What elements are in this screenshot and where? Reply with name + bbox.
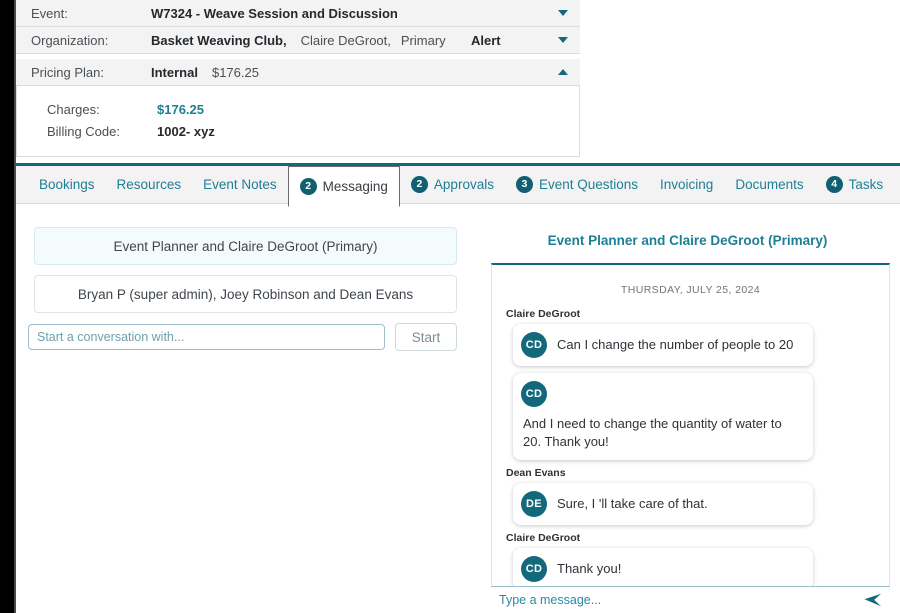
- tab-emails[interactable]: 2 Emails: [894, 166, 900, 204]
- pricing-detail-panel: Charges: $176.25 Billing Code: 1002- xyz: [16, 86, 580, 157]
- tab-badge-count: 2: [300, 178, 317, 195]
- chevron-up-icon[interactable]: [558, 69, 568, 75]
- pricing-plan-amount: $176.25: [212, 65, 259, 80]
- tab-tasks[interactable]: 4 Tasks: [815, 166, 895, 204]
- message-group: Dean Evans DE Sure, I 'll take care of t…: [506, 467, 875, 525]
- conversation-list-pane: Event Planner and Claire DeGroot (Primar…: [16, 205, 475, 613]
- message-text: Can I change the number of people to 20: [557, 336, 793, 354]
- left-edge-divider: [14, 0, 16, 613]
- event-label: Event:: [31, 6, 151, 21]
- conversation-list-item[interactable]: Event Planner and Claire DeGroot (Primar…: [34, 227, 457, 265]
- start-conversation-button[interactable]: Start: [395, 323, 457, 351]
- day-divider-label: THURSDAY, JULY 25, 2024: [492, 265, 889, 308]
- message-input[interactable]: [499, 593, 864, 607]
- avatar: CD: [521, 332, 547, 358]
- message-list: Claire DeGroot CD Can I change the numbe…: [492, 308, 889, 590]
- message-composer: [491, 586, 890, 613]
- chevron-down-icon[interactable]: [558, 37, 568, 43]
- message-bubble[interactable]: CD Can I change the number of people to …: [513, 324, 813, 366]
- message-text: Sure, I 'll take care of that.: [557, 495, 708, 513]
- message-text: And I need to change the quantity of wat…: [521, 415, 799, 450]
- tab-badge-count: 4: [826, 176, 843, 193]
- tab-invoicing[interactable]: Invoicing: [649, 166, 724, 204]
- organization-row[interactable]: Organization: Basket Weaving Club, Clair…: [16, 27, 580, 54]
- tab-bookings[interactable]: Bookings: [28, 166, 106, 204]
- organization-contact: Claire DeGroot,: [301, 33, 391, 48]
- page-root: Event: W7324 - Weave Session and Discuss…: [16, 0, 900, 613]
- tab-label: Event Notes: [203, 177, 277, 192]
- avatar: DE: [521, 491, 547, 517]
- thread-message-area: THURSDAY, JULY 25, 2024 Claire DeGroot C…: [491, 263, 890, 613]
- tab-label: Resources: [117, 177, 182, 192]
- pricing-plan-label: Pricing Plan:: [31, 65, 151, 80]
- tab-label: Documents: [735, 177, 803, 192]
- messaging-content: Event Planner and Claire DeGroot (Primar…: [16, 205, 900, 613]
- tab-event-notes[interactable]: Event Notes: [192, 166, 288, 204]
- organization-alert[interactable]: Alert: [471, 33, 501, 48]
- conversation-label: Event Planner and Claire DeGroot (Primar…: [113, 239, 377, 254]
- conversation-label: Bryan P (super admin), Joey Robinson and…: [78, 287, 413, 302]
- charges-label: Charges:: [47, 102, 157, 117]
- message-thread-pane: Event Planner and Claire DeGroot (Primar…: [475, 205, 900, 613]
- pricing-plan-value: Internal: [151, 65, 198, 80]
- thread-title: Event Planner and Claire DeGroot (Primar…: [475, 205, 900, 248]
- charges-line: Charges: $176.25: [47, 98, 579, 120]
- tab-badge-count: 2: [411, 176, 428, 193]
- event-value: W7324 - Weave Session and Discussion: [151, 6, 398, 21]
- message-bubble[interactable]: DE Sure, I 'll take care of that.: [513, 483, 813, 525]
- tab-label: Messaging: [323, 179, 388, 194]
- start-conversation-row: Start: [28, 323, 457, 351]
- message-bubble[interactable]: CD Thank you!: [513, 548, 813, 590]
- avatar: CD: [521, 556, 547, 582]
- tab-label: Invoicing: [660, 177, 713, 192]
- message-sender: Claire DeGroot: [506, 308, 875, 320]
- left-edge-gutter: [0, 0, 14, 613]
- organization-label: Organization:: [31, 33, 151, 48]
- message-group: Claire DeGroot CD Can I change the numbe…: [506, 308, 875, 366]
- tab-event-questions[interactable]: 3 Event Questions: [505, 166, 649, 204]
- pricing-plan-row[interactable]: Pricing Plan: Internal $176.25: [16, 59, 580, 86]
- tab-approvals[interactable]: 2 Approvals: [400, 166, 505, 204]
- tab-documents[interactable]: Documents: [724, 166, 814, 204]
- billing-code-line: Billing Code: 1002- xyz: [47, 120, 579, 142]
- tab-label: Approvals: [434, 177, 494, 192]
- start-conversation-input[interactable]: [28, 324, 385, 350]
- tab-badge-count: 3: [516, 176, 533, 193]
- event-row[interactable]: Event: W7324 - Weave Session and Discuss…: [16, 0, 580, 27]
- send-icon[interactable]: [864, 593, 882, 607]
- tab-bar-wrapper: Bookings Resources Event Notes 2 Messagi…: [16, 163, 900, 204]
- conversation-list-item[interactable]: Bryan P (super admin), Joey Robinson and…: [34, 275, 457, 313]
- organization-value: Basket Weaving Club,: [151, 33, 287, 48]
- message-group: Claire DeGroot CD Thank you!: [506, 532, 875, 590]
- charges-value[interactable]: $176.25: [157, 102, 204, 117]
- billing-code-label: Billing Code:: [47, 124, 157, 139]
- message-text: Thank you!: [557, 560, 621, 578]
- tab-label: Tasks: [849, 177, 884, 192]
- billing-code-value: 1002- xyz: [157, 124, 215, 139]
- avatar: CD: [521, 381, 547, 407]
- message-bubble[interactable]: CD And I need to change the quantity of …: [513, 373, 813, 460]
- tab-label: Event Questions: [539, 177, 638, 192]
- tab-label: Bookings: [39, 177, 95, 192]
- message-sender: Dean Evans: [506, 467, 875, 479]
- organization-role: Primary: [401, 33, 446, 48]
- chevron-down-icon[interactable]: [558, 10, 568, 16]
- event-summary-panel: Event: W7324 - Weave Session and Discuss…: [16, 0, 580, 157]
- tab-resources[interactable]: Resources: [106, 166, 193, 204]
- tab-messaging[interactable]: 2 Messaging: [288, 166, 400, 207]
- message-sender: Claire DeGroot: [506, 532, 875, 544]
- tab-bar: Bookings Resources Event Notes 2 Messagi…: [16, 166, 900, 204]
- message-group: CD And I need to change the quantity of …: [506, 373, 875, 460]
